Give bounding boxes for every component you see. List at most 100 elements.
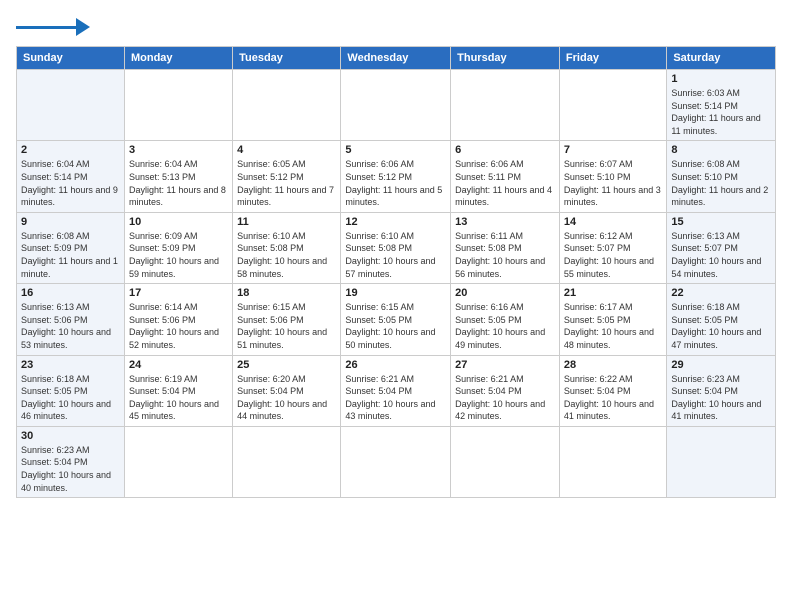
calendar-cell: 1 Sunrise: 6:03 AM Sunset: 5:14 PM Daylig…	[667, 70, 776, 141]
day-number: 20	[455, 287, 555, 299]
day-info: Sunrise: 6:08 AM Sunset: 5:09 PM Dayligh…	[21, 230, 120, 280]
day-info: Sunrise: 6:09 AM Sunset: 5:09 PM Dayligh…	[129, 230, 228, 280]
day-info: Sunrise: 6:04 AM Sunset: 5:13 PM Dayligh…	[129, 158, 228, 208]
day-info: Sunrise: 6:04 AM Sunset: 5:14 PM Dayligh…	[21, 158, 120, 208]
weekday-header-friday: Friday	[559, 47, 666, 70]
day-info: Sunrise: 6:12 AM Sunset: 5:07 PM Dayligh…	[564, 230, 662, 280]
day-info: Sunrise: 6:20 AM Sunset: 5:04 PM Dayligh…	[237, 373, 336, 423]
weekday-header-monday: Monday	[124, 47, 232, 70]
day-info: Sunrise: 6:03 AM Sunset: 5:14 PM Dayligh…	[671, 87, 771, 137]
day-info: Sunrise: 6:22 AM Sunset: 5:04 PM Dayligh…	[564, 373, 662, 423]
day-number: 21	[564, 287, 662, 299]
header	[16, 16, 776, 36]
calendar-cell	[451, 426, 560, 497]
day-number: 9	[21, 216, 120, 228]
day-number: 2	[21, 144, 120, 156]
day-number: 3	[129, 144, 228, 156]
calendar-cell: 5 Sunrise: 6:06 AM Sunset: 5:12 PM Daylig…	[341, 141, 451, 212]
day-number: 10	[129, 216, 228, 228]
calendar-cell: 20Sunrise: 6:16 AM Sunset: 5:05 PM Dayli…	[451, 284, 560, 355]
day-info: Sunrise: 6:06 AM Sunset: 5:12 PM Dayligh…	[345, 158, 446, 208]
day-info: Sunrise: 6:19 AM Sunset: 5:04 PM Dayligh…	[129, 373, 228, 423]
calendar-cell: 3 Sunrise: 6:04 AM Sunset: 5:13 PM Daylig…	[124, 141, 232, 212]
day-number: 22	[671, 287, 771, 299]
calendar-cell: 8 Sunrise: 6:08 AM Sunset: 5:10 PM Daylig…	[667, 141, 776, 212]
calendar-cell: 10 Sunrise: 6:09 AM Sunset: 5:09 PM Dayli…	[124, 212, 232, 283]
day-number: 26	[345, 359, 446, 371]
calendar-cell	[124, 70, 232, 141]
day-number: 24	[129, 359, 228, 371]
calendar-cell: 21 Sunrise: 6:17 AM Sunset: 5:05 PM Dayli…	[559, 284, 666, 355]
day-number: 8	[671, 144, 771, 156]
day-info: Sunrise: 6:13 AM Sunset: 5:06 PM Dayligh…	[21, 301, 120, 351]
day-info: Sunrise: 6:11 AM Sunset: 5:08 PM Dayligh…	[455, 230, 555, 280]
day-number: 13	[455, 216, 555, 228]
day-info: Sunrise: 6:05 AM Sunset: 5:12 PM Dayligh…	[237, 158, 336, 208]
calendar-cell: 11 Sunrise: 6:10 AM Sunset: 5:08 PM Dayli…	[233, 212, 341, 283]
calendar-cell	[233, 426, 341, 497]
calendar-cell: 4 Sunrise: 6:05 AM Sunset: 5:12 PM Daylig…	[233, 141, 341, 212]
day-number: 4	[237, 144, 336, 156]
page: SundayMondayTuesdayWednesdayThursdayFrid…	[0, 0, 792, 612]
calendar-cell	[559, 70, 666, 141]
day-number: 14	[564, 216, 662, 228]
logo	[16, 16, 90, 36]
calendar-cell: 18 Sunrise: 6:15 AM Sunset: 5:06 PM Dayli…	[233, 284, 341, 355]
calendar-cell: 28 Sunrise: 6:22 AM Sunset: 5:04 PM Dayli…	[559, 355, 666, 426]
calendar-cell: 25 Sunrise: 6:20 AM Sunset: 5:04 PM Dayli…	[233, 355, 341, 426]
calendar-cell: 13 Sunrise: 6:11 AM Sunset: 5:08 PM Dayli…	[451, 212, 560, 283]
day-number: 27	[455, 359, 555, 371]
calendar-cell: 6Sunrise: 6:06 AM Sunset: 5:11 PM Daylig…	[451, 141, 560, 212]
weekday-header-wednesday: Wednesday	[341, 47, 451, 70]
calendar-cell: 24 Sunrise: 6:19 AM Sunset: 5:04 PM Dayli…	[124, 355, 232, 426]
day-number: 25	[237, 359, 336, 371]
day-number: 6	[455, 144, 555, 156]
day-info: Sunrise: 6:10 AM Sunset: 5:08 PM Dayligh…	[345, 230, 446, 280]
day-info: Sunrise: 6:14 AM Sunset: 5:06 PM Dayligh…	[129, 301, 228, 351]
day-info: Sunrise: 6:13 AM Sunset: 5:07 PM Dayligh…	[671, 230, 771, 280]
calendar-cell: 15Sunrise: 6:13 AM Sunset: 5:07 PM Dayli…	[667, 212, 776, 283]
day-number: 17	[129, 287, 228, 299]
day-number: 29	[671, 359, 771, 371]
calendar-cell: 2 Sunrise: 6:04 AM Sunset: 5:14 PM Daylig…	[17, 141, 125, 212]
day-number: 28	[564, 359, 662, 371]
weekday-header-tuesday: Tuesday	[233, 47, 341, 70]
day-number: 12	[345, 216, 446, 228]
day-info: Sunrise: 6:18 AM Sunset: 5:05 PM Dayligh…	[671, 301, 771, 351]
day-number: 11	[237, 216, 336, 228]
day-info: Sunrise: 6:08 AM Sunset: 5:10 PM Dayligh…	[671, 158, 771, 208]
weekday-header-saturday: Saturday	[667, 47, 776, 70]
calendar-cell: 26Sunrise: 6:21 AM Sunset: 5:04 PM Dayli…	[341, 355, 451, 426]
day-info: Sunrise: 6:15 AM Sunset: 5:05 PM Dayligh…	[345, 301, 446, 351]
weekday-header-thursday: Thursday	[451, 47, 560, 70]
calendar-cell: 30Sunrise: 6:23 AM Sunset: 5:04 PM Dayli…	[17, 426, 125, 497]
calendar-cell: 22 Sunrise: 6:18 AM Sunset: 5:05 PM Dayli…	[667, 284, 776, 355]
day-number: 16	[21, 287, 120, 299]
calendar-cell: 29 Sunrise: 6:23 AM Sunset: 5:04 PM Dayli…	[667, 355, 776, 426]
calendar-cell: 14 Sunrise: 6:12 AM Sunset: 5:07 PM Dayli…	[559, 212, 666, 283]
day-info: Sunrise: 6:17 AM Sunset: 5:05 PM Dayligh…	[564, 301, 662, 351]
day-info: Sunrise: 6:23 AM Sunset: 5:04 PM Dayligh…	[21, 444, 120, 494]
calendar-cell	[451, 70, 560, 141]
calendar-cell	[233, 70, 341, 141]
calendar-cell	[667, 426, 776, 497]
day-info: Sunrise: 6:18 AM Sunset: 5:05 PM Dayligh…	[21, 373, 120, 423]
day-number: 18	[237, 287, 336, 299]
day-info: Sunrise: 6:21 AM Sunset: 5:04 PM Dayligh…	[455, 373, 555, 423]
calendar-cell: 16 Sunrise: 6:13 AM Sunset: 5:06 PM Dayli…	[17, 284, 125, 355]
day-number: 19	[345, 287, 446, 299]
calendar-cell: 7 Sunrise: 6:07 AM Sunset: 5:10 PM Daylig…	[559, 141, 666, 212]
day-info: Sunrise: 6:07 AM Sunset: 5:10 PM Dayligh…	[564, 158, 662, 208]
day-number: 23	[21, 359, 120, 371]
day-number: 5	[345, 144, 446, 156]
calendar: SundayMondayTuesdayWednesdayThursdayFrid…	[16, 46, 776, 498]
calendar-cell: 9 Sunrise: 6:08 AM Sunset: 5:09 PM Daylig…	[17, 212, 125, 283]
day-info: Sunrise: 6:10 AM Sunset: 5:08 PM Dayligh…	[237, 230, 336, 280]
calendar-cell	[341, 426, 451, 497]
day-info: Sunrise: 6:23 AM Sunset: 5:04 PM Dayligh…	[671, 373, 771, 423]
day-number: 1	[671, 73, 771, 85]
day-info: Sunrise: 6:15 AM Sunset: 5:06 PM Dayligh…	[237, 301, 336, 351]
calendar-cell	[124, 426, 232, 497]
calendar-cell: 12 Sunrise: 6:10 AM Sunset: 5:08 PM Dayli…	[341, 212, 451, 283]
day-number: 7	[564, 144, 662, 156]
